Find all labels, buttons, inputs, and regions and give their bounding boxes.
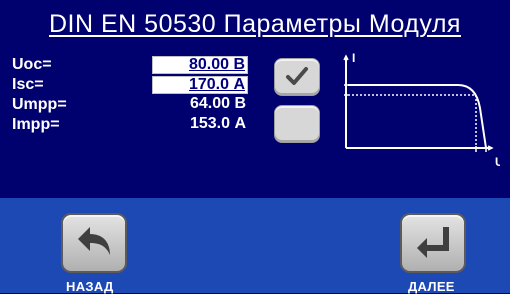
check-icon [286,67,308,85]
param-value-isc-field[interactable]: 170.0 А [152,76,248,94]
iv-curve-graph: I U [343,51,500,168]
page-title: DIN EN 50530 Параметры Модуля [0,10,510,39]
param-label-impp: Impp= [12,116,60,133]
back-button[interactable] [61,213,127,273]
param-label-uoc: Uoc= [12,56,52,73]
param-value-uoc-field[interactable]: 80.00 В [152,56,248,74]
x-axis-label: U [495,155,500,168]
back-button-label: НАЗАД [66,279,114,294]
param-label-isc: Isc= [12,76,44,93]
screen: DIN EN 50530 Параметры Модуля Uoc= 80.00… [0,0,510,294]
param-value-impp: 153.0 А [189,115,246,132]
param-value-umpp: 64.00 В [189,95,246,112]
y-axis-label: I [352,51,355,65]
next-button[interactable] [400,213,466,273]
checkbox-button-checked[interactable] [274,58,320,96]
enter-arrow-icon [417,227,449,258]
param-label-umpp: Umpp= [12,96,67,113]
page-title-text: DIN EN 50530 Параметры Модуля [49,10,461,38]
next-button-label: ДАЛЕЕ [408,279,455,294]
back-arrow-icon [78,227,110,255]
checkbox-button-unchecked[interactable] [274,105,320,143]
